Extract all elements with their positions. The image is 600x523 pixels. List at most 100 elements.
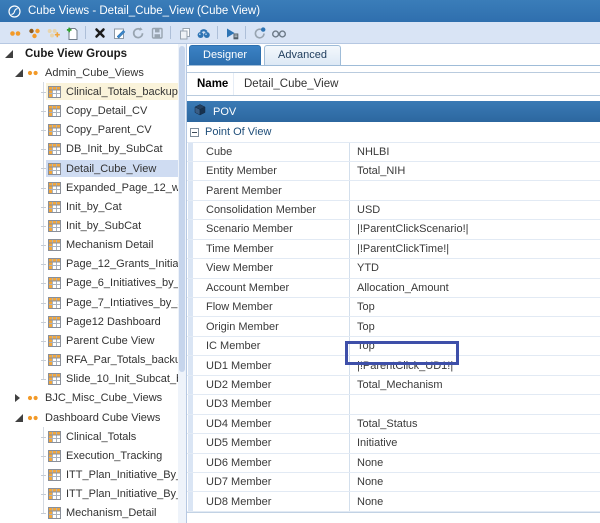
- property-value[interactable]: |!ParentClickTime!|: [349, 240, 600, 258]
- tree-item[interactable]: Clinical_Totals: [0, 427, 178, 446]
- property-value[interactable]: Top: [349, 337, 600, 355]
- property-value[interactable]: YTD: [349, 259, 600, 277]
- cube-view-pages-icon[interactable]: [5, 24, 24, 42]
- pov-row-consolidation-member[interactable]: Consolidation MemberUSD: [187, 201, 600, 220]
- property-value[interactable]: Initiative: [349, 434, 600, 452]
- find-icon[interactable]: [194, 24, 213, 42]
- tree-item[interactable]: Detail_Cube_View: [0, 159, 178, 178]
- pov-row-cube[interactable]: CubeNHLBI: [187, 143, 600, 162]
- tree-item[interactable]: Mechanism_Detail: [0, 504, 178, 523]
- tree-item[interactable]: Execution_Tracking: [0, 446, 178, 465]
- cube-view-group-icon[interactable]: [24, 24, 43, 42]
- tree-item[interactable]: Page_7_Intiatives_by_SubCat: [0, 293, 178, 312]
- cube-view-table-icon: [48, 258, 61, 270]
- tree-item[interactable]: Page_12_Grants_Initiatives_by: [0, 255, 178, 274]
- collapse-icon[interactable]: [190, 128, 199, 137]
- tree-item[interactable]: Copy_Detail_CV: [0, 101, 178, 120]
- tree-item[interactable]: Clinical_Totals_backup: [0, 82, 178, 101]
- expand-triangle-icon[interactable]: [5, 50, 13, 58]
- pov-row-origin-member[interactable]: Origin MemberTop: [187, 317, 600, 336]
- property-value[interactable]: None: [349, 492, 600, 510]
- tree-item[interactable]: Page12 Dashboard: [0, 312, 178, 331]
- preview-glasses-icon[interactable]: [269, 24, 288, 42]
- tree-item[interactable]: RFA_Par_Totals_backup: [0, 351, 178, 370]
- property-label: Scenario Member: [187, 220, 349, 238]
- property-label: View Member: [187, 259, 349, 277]
- pov-row-parent-member[interactable]: Parent Member: [187, 181, 600, 200]
- new-cube-view-icon[interactable]: [62, 24, 81, 42]
- property-value[interactable]: NHLBI: [349, 143, 600, 161]
- property-value[interactable]: Allocation_Amount: [349, 279, 600, 297]
- pov-row-account-member[interactable]: Account MemberAllocation_Amount: [187, 279, 600, 298]
- pov-row-ud6-member[interactable]: UD6 MemberNone: [187, 454, 600, 473]
- tree-group[interactable]: BJC_Misc_Cube_Views: [0, 389, 178, 408]
- property-value[interactable]: None: [349, 454, 600, 472]
- pov-row-ud1-member[interactable]: UD1 Member|!ParentClick_UD1!|: [187, 356, 600, 375]
- property-label: UD5 Member: [187, 434, 349, 452]
- property-value[interactable]: USD: [349, 201, 600, 219]
- tree-item[interactable]: Init_by_Cat: [0, 197, 178, 216]
- property-value[interactable]: Top: [349, 317, 600, 335]
- cube-view-table-icon: [48, 86, 61, 98]
- tree-item-label: Page_6_Initiatives_by_Category: [66, 277, 178, 289]
- delete-icon[interactable]: [90, 24, 109, 42]
- pov-row-ic-member[interactable]: IC MemberTop: [187, 337, 600, 356]
- tree-item-label: DB_Init_by_SubCat: [66, 143, 163, 155]
- tree-item[interactable]: Mechanism Detail: [0, 236, 178, 255]
- pov-row-entity-member[interactable]: Entity MemberTotal_NIH: [187, 162, 600, 181]
- pov-row-time-member[interactable]: Time Member|!ParentClickTime!|: [187, 240, 600, 259]
- pov-row-view-member[interactable]: View MemberYTD: [187, 259, 600, 278]
- tree-item[interactable]: Parent Cube View: [0, 331, 178, 350]
- group-dots-icon: [27, 69, 40, 77]
- tree-item[interactable]: Slide_10_Init_Subcat_by_Mech: [0, 370, 178, 389]
- property-value[interactable]: Total_NIH: [349, 162, 600, 180]
- copy-icon[interactable]: [175, 24, 194, 42]
- pov-row-ud4-member[interactable]: UD4 MemberTotal_Status: [187, 415, 600, 434]
- property-value[interactable]: Total_Status: [349, 415, 600, 433]
- add-cube-view-group-icon[interactable]: [43, 24, 62, 42]
- pov-row-ud8-member[interactable]: UD8 MemberNone: [187, 492, 600, 511]
- pov-row-ud7-member[interactable]: UD7 MemberNone: [187, 473, 600, 492]
- property-value[interactable]: |!ParentClickScenario!|: [349, 220, 600, 238]
- cube-view-table-icon: [48, 354, 61, 366]
- pov-row-ud3-member[interactable]: UD3 Member: [187, 395, 600, 414]
- edit-icon[interactable]: [109, 24, 128, 42]
- tree-item[interactable]: ITT_Plan_Initiative_By_SubCat: [0, 485, 178, 504]
- tree-group[interactable]: Dashboard Cube Views: [0, 408, 178, 427]
- tree-item[interactable]: ITT_Plan_Initiative_By_Category: [0, 465, 178, 484]
- tree-item[interactable]: Page_6_Initiatives_by_Category: [0, 274, 178, 293]
- tree-item[interactable]: DB_Init_by_SubCat: [0, 140, 178, 159]
- expand-triangle-icon[interactable]: [15, 69, 23, 77]
- expand-triangle-icon[interactable]: [15, 414, 23, 422]
- pov-row-ud5-member[interactable]: UD5 MemberInitiative: [187, 434, 600, 453]
- group-dots-icon: [27, 414, 40, 422]
- tree-item[interactable]: Init_by_SubCat: [0, 216, 178, 235]
- property-value[interactable]: |!ParentClick_UD1!|: [349, 356, 600, 374]
- run-cube-view-icon[interactable]: [222, 24, 241, 42]
- pov-row-scenario-member[interactable]: Scenario Member|!ParentClickScenario!|: [187, 220, 600, 239]
- property-value[interactable]: Top: [349, 298, 600, 316]
- save-icon[interactable]: [147, 24, 166, 42]
- tab-designer[interactable]: Designer: [189, 45, 261, 65]
- tree-group[interactable]: Admin_Cube_Views: [0, 63, 178, 82]
- property-value[interactable]: None: [349, 473, 600, 491]
- cube-view-table-icon: [48, 316, 61, 328]
- property-value[interactable]: [349, 181, 600, 199]
- tab-advanced[interactable]: Advanced: [264, 45, 341, 65]
- property-value[interactable]: Total_Mechanism: [349, 376, 600, 394]
- refresh-icon[interactable]: [128, 24, 147, 42]
- designer-panel: Designer Advanced Name Detail_Cube_View …: [186, 44, 600, 523]
- tree-item-label: ITT_Plan_Initiative_By_SubCat: [66, 488, 178, 500]
- tree-scrollbar-thumb[interactable]: [179, 46, 185, 372]
- tree-item[interactable]: Expanded_Page_12_working: [0, 178, 178, 197]
- pov-row-flow-member[interactable]: Flow MemberTop: [187, 298, 600, 317]
- tree-scrollbar[interactable]: [178, 44, 186, 523]
- point-of-view-group-row[interactable]: Point Of View: [187, 123, 600, 143]
- tree-root-cube-view-groups[interactable]: Cube View Groups: [0, 44, 178, 63]
- pov-row-ud2-member[interactable]: UD2 MemberTotal_Mechanism: [187, 376, 600, 395]
- name-input[interactable]: Detail_Cube_View: [233, 73, 600, 95]
- collapse-triangle-icon[interactable]: [15, 394, 20, 402]
- tree-item[interactable]: Copy_Parent_CV: [0, 121, 178, 140]
- property-value[interactable]: [349, 395, 600, 413]
- process-icon[interactable]: [250, 24, 269, 42]
